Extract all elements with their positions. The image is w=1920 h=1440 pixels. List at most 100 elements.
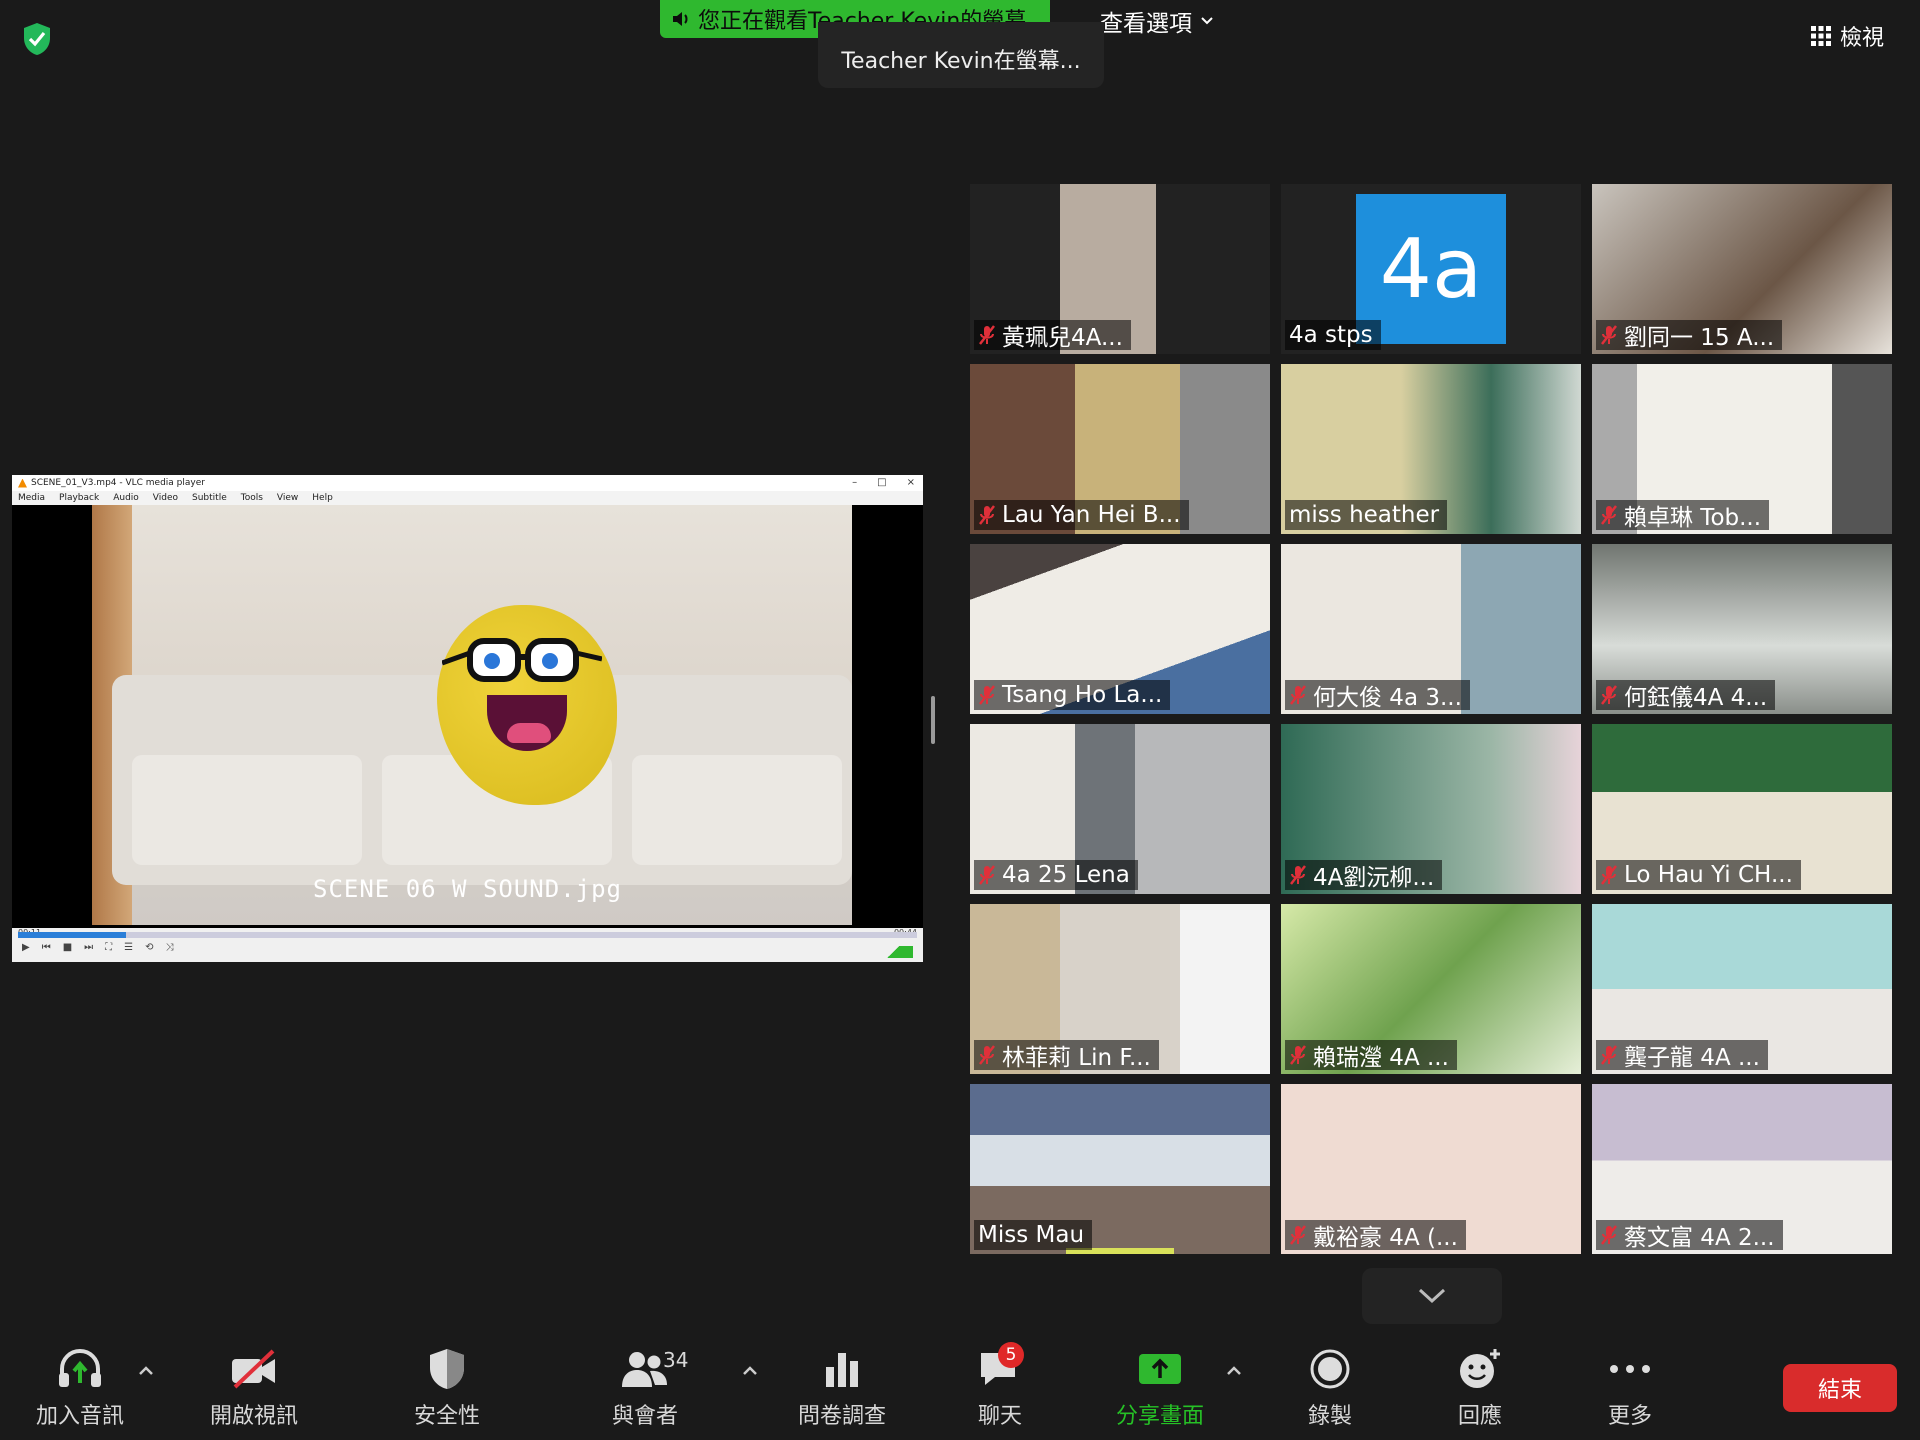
gallery-next-page-button[interactable] — [1362, 1268, 1502, 1324]
reactions-label: 回應 — [1457, 1404, 1502, 1429]
participant-name: 林菲莉 Lin F... — [1002, 1045, 1151, 1071]
muted-mic-icon — [1601, 865, 1617, 885]
chevron-down-icon — [1418, 1288, 1446, 1304]
muted-mic-icon — [1601, 325, 1617, 345]
vlc-menu-item: View — [276, 493, 299, 503]
participant-tile[interactable]: 戴裕豪 4A (... — [1281, 1084, 1581, 1254]
video-off-icon — [232, 1349, 275, 1389]
join-audio-label: 加入音訊 — [36, 1404, 125, 1429]
speaker-icon — [673, 12, 688, 26]
participants-label: 與會者 — [612, 1404, 679, 1429]
participant-tile[interactable]: 4A劉沅柳... — [1281, 724, 1581, 894]
participant-name: 黃珮兒4A... — [1002, 325, 1123, 351]
participant-tile[interactable]: 何大俊 4a 3... — [1281, 544, 1581, 714]
security-button[interactable]: 安全性 — [414, 1346, 480, 1436]
participant-name-label: 何鈺儀4A 4... — [1596, 680, 1776, 711]
vlc-titlebar: SCENE_01_V3.mp4 - VLC media player – □ × — [12, 475, 923, 491]
participant-tile[interactable]: Lau Yan Hei B... — [970, 364, 1270, 534]
muted-mic-icon — [1601, 505, 1617, 525]
close-icon: × — [906, 477, 915, 488]
polls-button[interactable]: 問卷調查 — [798, 1346, 886, 1436]
participant-tile[interactable]: 劉同一 15 A... — [1592, 184, 1892, 354]
audio-options-caret-icon[interactable] — [136, 1364, 156, 1378]
share-options-caret-icon[interactable] — [1224, 1364, 1244, 1378]
vlc-menu-item: Video — [152, 493, 179, 503]
share-screen-button[interactable]: 分享畫面 — [1116, 1346, 1204, 1436]
prev-icon: ⏮ — [41, 942, 51, 953]
start-video-label: 開啟視訊 — [210, 1404, 299, 1429]
participant-name-label: Lau Yan Hei B... — [974, 500, 1189, 530]
split-view-handle[interactable] — [931, 696, 935, 744]
vlc-progress-bar — [18, 932, 917, 938]
vlc-menu-item: Help — [312, 493, 333, 503]
vlc-menubar: Media Playback Audio Video Subtitle Tools View… — [12, 491, 923, 505]
shuffle-icon: ⤨ — [165, 942, 174, 953]
participant-tile[interactable]: 林菲莉 Lin F... — [970, 904, 1270, 1074]
record-label: 錄製 — [1307, 1404, 1352, 1429]
participant-name-label: 黃珮兒4A... — [974, 320, 1131, 351]
participants-button[interactable]: 34 與會者 — [612, 1346, 688, 1436]
shared-screen-vlc: SCENE_01_V3.mp4 - VLC media player – □ ×… — [12, 475, 923, 962]
participant-name: 賴卓琳 Tob... — [1624, 505, 1762, 531]
participant-tile[interactable]: 蔡文富 4A 2... — [1592, 1084, 1892, 1254]
participant-tile[interactable]: 賴瑞瀅 4A ... — [1281, 904, 1581, 1074]
muted-mic-icon — [979, 325, 995, 345]
participant-gallery: 黃珮兒4A... 4a 4a stps 劉同一 15 A... Lau Yan Hei … — [970, 184, 1896, 1254]
chat-unread-badge: 5 — [998, 1342, 1024, 1368]
participants-options-caret-icon[interactable] — [740, 1364, 760, 1378]
participant-tile[interactable]: Tsang Ho La... — [970, 544, 1270, 714]
participant-name: 戴裕豪 4A (... — [1313, 1225, 1458, 1251]
participant-tile[interactable]: 龔子龍 4A ... — [1592, 904, 1892, 1074]
gallery-view-button[interactable]: 檢視 — [1810, 14, 1900, 58]
vlc-menu-item: Media — [18, 493, 46, 503]
playlist-icon: ☰ — [124, 942, 134, 953]
share-screen-icon — [1139, 1354, 1181, 1384]
reactions-button[interactable]: 回應 — [1452, 1346, 1508, 1436]
security-shield-icon — [430, 1349, 464, 1389]
participant-tile[interactable]: 黃珮兒4A... — [970, 184, 1270, 354]
emoji-plus-icon — [1460, 1349, 1500, 1388]
participant-name-label: 4a stps — [1285, 320, 1381, 350]
view-options-label: 查看選項 — [1100, 11, 1192, 37]
end-meeting-button[interactable]: 結束 — [1783, 1364, 1897, 1412]
participant-name: 劉同一 15 A... — [1624, 325, 1775, 351]
headphones-icon — [59, 1348, 101, 1387]
start-video-button[interactable]: 開啟視訊 — [210, 1346, 298, 1436]
join-audio-button[interactable]: 加入音訊 — [36, 1346, 124, 1436]
vlc-cone-icon — [18, 478, 27, 488]
participant-tile[interactable]: 4a 25 Lena — [970, 724, 1270, 894]
participant-tile[interactable]: 賴卓琳 Tob... — [1592, 364, 1892, 534]
more-dots-icon — [1610, 1365, 1650, 1373]
participant-tile[interactable]: Miss Mau — [970, 1084, 1270, 1254]
participant-tile[interactable]: 4a 4a stps — [1281, 184, 1581, 354]
minimize-icon: – — [852, 477, 858, 488]
bar-chart-icon — [826, 1353, 858, 1387]
vlc-volume-slider — [873, 946, 913, 958]
record-button[interactable]: 錄製 — [1302, 1346, 1358, 1436]
chat-button[interactable]: 5 聊天 — [972, 1342, 1028, 1436]
chevron-down-icon — [1201, 17, 1213, 25]
participant-name: 賴瑞瀅 4A ... — [1313, 1045, 1449, 1071]
muted-mic-icon — [979, 1045, 995, 1065]
participant-tile[interactable]: Lo Hau Yi CH... — [1592, 724, 1892, 894]
participant-name: Tsang Ho La... — [1002, 682, 1163, 708]
end-meeting-label: 結束 — [1817, 1378, 1862, 1403]
view-options-dropdown[interactable]: 查看選項 — [1100, 4, 1214, 38]
encryption-shield-icon[interactable] — [22, 22, 52, 56]
participant-name-label: 龔子龍 4A ... — [1596, 1040, 1768, 1071]
more-button[interactable]: 更多 — [1602, 1346, 1658, 1436]
participant-name: 4a stps — [1289, 322, 1373, 348]
participant-tile[interactable]: 何鈺儀4A 4... — [1592, 544, 1892, 714]
vlc-controls: 00:11 00:44 ▶ ⏮ ■ ⏭ ⛶ ☰ ⟲ ⤨ — [12, 928, 923, 962]
participant-name-label: miss heather — [1285, 500, 1448, 530]
monster-tongue — [507, 723, 551, 743]
participant-name-label: Tsang Ho La... — [974, 680, 1171, 710]
fullscreen-icon: ⛶ — [105, 942, 113, 953]
participant-tile[interactable]: miss heather — [1281, 364, 1581, 534]
muted-mic-icon — [979, 685, 995, 705]
meeting-toolbar: 加入音訊 開啟視訊 安全性 34 與會者 問卷調查 5 聊天 分享畫面 錄製 回… — [0, 1340, 1920, 1440]
participant-name: 何大俊 4a 3... — [1313, 685, 1462, 711]
vlc-title: SCENE_01_V3.mp4 - VLC media player — [31, 478, 205, 488]
share-screen-label: 分享畫面 — [1116, 1404, 1205, 1429]
participant-name-label: 4a 25 Lena — [974, 860, 1138, 890]
